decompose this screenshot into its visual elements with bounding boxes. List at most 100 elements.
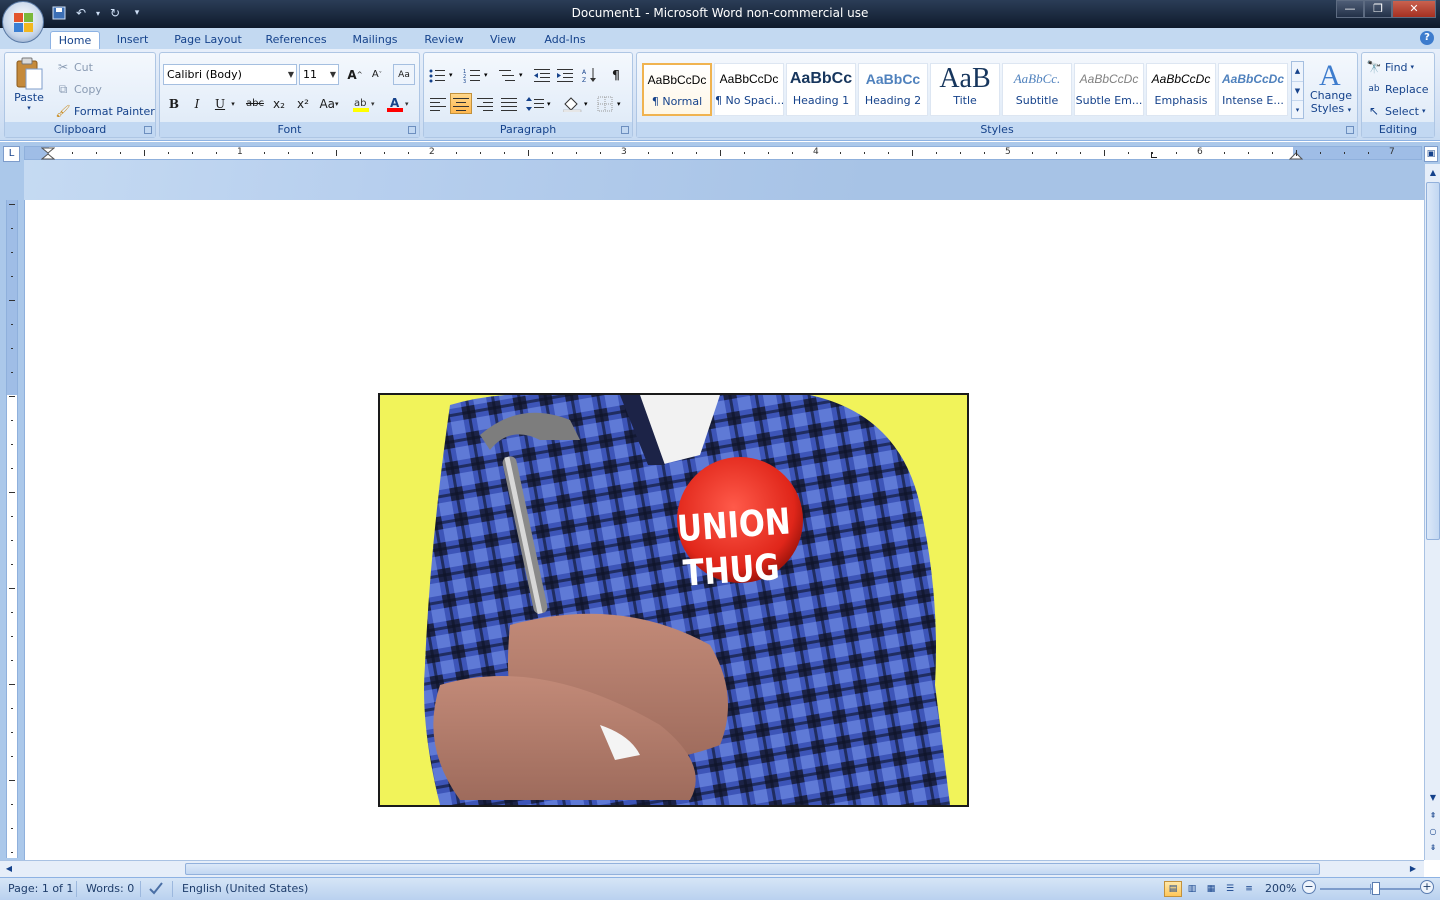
horizontal-ruler[interactable]: 1 2 3 4 5 6 7 xyxy=(24,146,1422,160)
previous-page-icon[interactable]: ⇞ xyxy=(1426,808,1440,824)
chevron-up-icon[interactable]: ▲ xyxy=(1292,62,1303,81)
paragraph-launcher-icon[interactable] xyxy=(621,126,629,134)
inserted-picture[interactable]: UNION THUG xyxy=(378,393,969,807)
draft-view-icon[interactable]: ≡ xyxy=(1240,881,1258,897)
borders-button[interactable]: ▾ xyxy=(596,93,626,114)
font-color-button[interactable]: A ▾ xyxy=(384,93,414,114)
change-case-button[interactable]: Aa ▾ xyxy=(316,93,342,114)
style-subtitle[interactable]: AaBbCc. Subtitle xyxy=(1002,63,1072,116)
find-button[interactable]: 🔭 Find ▾ xyxy=(1366,59,1415,75)
multilevel-list-button[interactable]: ▾ xyxy=(497,64,527,85)
minimize-button[interactable]: — xyxy=(1336,0,1364,18)
style-no-spacing[interactable]: AaBbCcDc ¶ No Spaci... xyxy=(714,63,784,116)
copy-button[interactable]: ⧉ Copy xyxy=(55,81,102,97)
scroll-right-icon[interactable]: ▶ xyxy=(1406,862,1420,876)
underline-dropdown-icon[interactable]: ▾ xyxy=(228,93,238,114)
outline-view-icon[interactable]: ☰ xyxy=(1221,881,1239,897)
chevron-down-icon[interactable]: ▼ xyxy=(1292,81,1303,100)
superscript-button[interactable]: x² xyxy=(292,93,314,114)
select-button[interactable]: ↖ Select ▾ xyxy=(1366,103,1425,119)
clear-formatting-button[interactable]: Aa xyxy=(393,64,415,85)
tab-review[interactable]: Review xyxy=(418,31,470,50)
indent-marker-icon[interactable] xyxy=(41,147,55,161)
format-painter-button[interactable]: 🖌 Format Painter xyxy=(55,103,154,119)
bold-button[interactable]: B xyxy=(163,93,185,114)
view-ruler-icon[interactable]: ▣ xyxy=(1424,146,1438,162)
zoom-in-icon[interactable]: + xyxy=(1420,880,1434,894)
sort-button[interactable]: AZ xyxy=(579,64,601,85)
tab-add-ins[interactable]: Add-Ins xyxy=(538,31,592,50)
show-formatting-marks-button[interactable]: ¶ xyxy=(605,64,627,85)
page-count[interactable]: Page: 1 of 1 xyxy=(8,882,73,895)
increase-indent-button[interactable] xyxy=(554,64,576,85)
line-spacing-button[interactable]: ▾ xyxy=(525,93,555,114)
change-styles-label-1: Change xyxy=(1309,89,1353,102)
style-normal[interactable]: AaBbCcDc ¶ Normal xyxy=(642,63,712,116)
scroll-left-icon[interactable]: ◀ xyxy=(2,862,16,876)
zoom-out-icon[interactable]: − xyxy=(1302,880,1316,894)
style-heading-1[interactable]: AaBbCc Heading 1 xyxy=(786,63,856,116)
bullets-button[interactable]: ▾ xyxy=(427,64,457,85)
grow-font-button[interactable]: A ^ xyxy=(344,64,366,85)
styles-launcher-icon[interactable] xyxy=(1346,126,1354,134)
ruler-number: 6 xyxy=(1197,147,1203,157)
tab-mailings[interactable]: Mailings xyxy=(346,31,404,50)
tab-references[interactable]: References xyxy=(260,31,332,50)
next-page-icon[interactable]: ⇟ xyxy=(1426,840,1440,856)
shrink-font-button[interactable]: Aˇ xyxy=(366,64,388,85)
italic-button[interactable]: I xyxy=(186,93,208,114)
scroll-down-icon[interactable]: ▼ xyxy=(1426,790,1440,806)
office-button[interactable] xyxy=(2,1,44,43)
style-heading-2[interactable]: AaBbCc Heading 2 xyxy=(858,63,928,116)
justify-button[interactable] xyxy=(498,93,520,114)
proofing-icon[interactable] xyxy=(148,880,166,899)
decrease-indent-button[interactable] xyxy=(531,64,553,85)
tab-selector[interactable]: L xyxy=(3,146,20,162)
web-layout-view-icon[interactable]: ▦ xyxy=(1202,881,1220,897)
scroll-up-icon[interactable]: ▲ xyxy=(1426,165,1440,181)
tab-insert[interactable]: Insert xyxy=(110,31,155,50)
zoom-slider-thumb[interactable] xyxy=(1372,882,1380,895)
strikethrough-button[interactable]: abc xyxy=(244,93,266,114)
horizontal-scrollbar[interactable]: ◀ ▶ xyxy=(0,860,1424,877)
vertical-scrollbar[interactable]: ▲ ▼ ⇞ ○ ⇟ xyxy=(1424,164,1440,860)
clipboard-launcher-icon[interactable] xyxy=(144,126,152,134)
print-layout-view-icon[interactable]: ▤ xyxy=(1164,881,1182,897)
numbering-button[interactable]: 1 2 3 ▾ xyxy=(462,64,492,85)
tab-page-layout[interactable]: Page Layout xyxy=(170,31,246,50)
font-launcher-icon[interactable] xyxy=(408,126,416,134)
font-size-select[interactable]: 11 ▼ xyxy=(299,64,339,85)
align-left-button[interactable] xyxy=(427,93,449,114)
full-screen-reading-view-icon[interactable]: ▥ xyxy=(1183,881,1201,897)
help-icon[interactable]: ? xyxy=(1420,31,1434,45)
align-center-button[interactable] xyxy=(450,93,472,114)
word-count[interactable]: Words: 0 xyxy=(86,882,134,895)
zoom-level[interactable]: 200% xyxy=(1265,882,1296,895)
style-intense-emphasis[interactable]: AaBbCcDc Intense E... xyxy=(1218,63,1288,116)
horizontal-scroll-thumb[interactable] xyxy=(185,863,1320,875)
change-styles-button[interactable]: A Change Styles ▾ xyxy=(1307,57,1355,115)
subscript-button[interactable]: x₂ xyxy=(268,93,290,114)
highlight-color-button[interactable]: ab ▾ xyxy=(350,93,380,114)
cut-button[interactable]: ✂ Cut xyxy=(55,59,93,75)
style-title[interactable]: AaB Title xyxy=(930,63,1000,116)
style-emphasis[interactable]: AaBbCcDc Emphasis xyxy=(1146,63,1216,116)
tab-home[interactable]: Home xyxy=(50,31,100,51)
select-browse-object-icon[interactable]: ○ xyxy=(1426,824,1440,840)
tab-view[interactable]: View xyxy=(484,31,522,50)
vertical-ruler-tick xyxy=(9,204,15,205)
vertical-scroll-thumb[interactable] xyxy=(1426,182,1440,540)
paste-button[interactable]: Paste ▾ xyxy=(11,57,47,112)
ruler-tick xyxy=(648,152,649,154)
language-indicator[interactable]: English (United States) xyxy=(182,882,308,895)
style-subtle-emphasis[interactable]: AaBbCcDc Subtle Em... xyxy=(1074,63,1144,116)
restore-button[interactable]: ❐ xyxy=(1364,0,1392,18)
replace-button[interactable]: ab Replace xyxy=(1366,81,1428,97)
vertical-ruler[interactable] xyxy=(6,200,18,858)
shading-button[interactable]: ▾ xyxy=(562,93,592,114)
close-button[interactable]: ✕ xyxy=(1392,0,1436,18)
font-family-select[interactable]: Calibri (Body) ▼ xyxy=(163,64,297,85)
align-right-button[interactable] xyxy=(474,93,496,114)
vertical-ruler-tick xyxy=(9,396,15,397)
more-styles-icon[interactable]: ▾ xyxy=(1292,100,1303,118)
